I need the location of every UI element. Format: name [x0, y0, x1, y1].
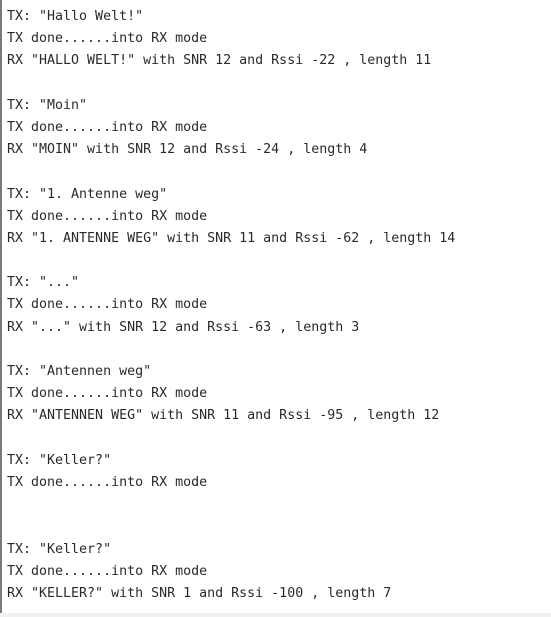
console-line: RX "MOIN" with SNR 12 and Rssi -24 , len… [7, 142, 368, 158]
console-line: TX: "1. Antenne weg" [7, 186, 168, 202]
console-line: TX done......into RX mode [7, 563, 208, 579]
console-line: TX done......into RX mode [7, 297, 208, 313]
console-line: TX done......into RX mode [7, 31, 208, 47]
console-line: TX: "Keller?" [7, 541, 112, 557]
bottom-edge [0, 613, 551, 617]
console-line: RX "ANTENNEN WEG" with SNR 11 and Rssi -… [7, 408, 440, 424]
console-line: TX: "..." [7, 275, 80, 291]
console-line: TX done......into RX mode [7, 119, 208, 135]
console-line: TX: "Antennen weg" [7, 364, 152, 379]
console-line: RX "HALLO WELT!" with SNR 12 and Rssi -2… [7, 53, 432, 69]
console-line: TX done......into RX mode [7, 474, 208, 490]
console-line: TX done......into RX mode [7, 386, 208, 402]
console-line: RX "..." with SNR 12 and Rssi -63 , leng… [7, 319, 360, 335]
console-line: TX done......into RX mode [7, 208, 208, 224]
console-line: TX: "Keller?" [7, 452, 112, 468]
console-line: RX "1. ANTENNE WEG" with SNR 11 and Rssi… [7, 230, 456, 246]
console-line: TX: "Hallo Welt!" [7, 9, 144, 24]
console-line: RX "KELLER?" with SNR 1 and Rssi -100 , … [7, 585, 392, 601]
serial-console-output: TX: "Hallo Welt!" TX done......into RX m… [0, 0, 549, 617]
console-line: TX: "Moin" [7, 97, 88, 113]
